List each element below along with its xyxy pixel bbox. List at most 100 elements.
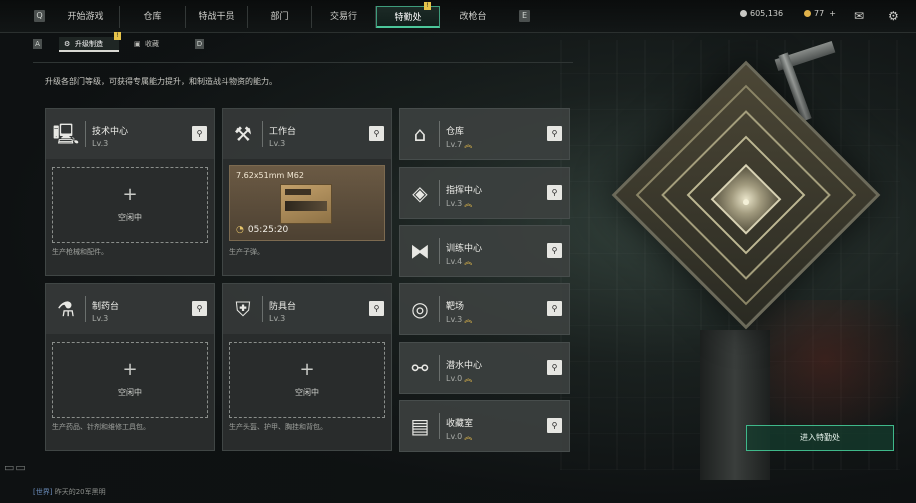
armor-icon: ⛨ — [235, 297, 251, 321]
tab-gunsmith[interactable]: 改枪台 — [440, 6, 506, 28]
tab-special-ops[interactable]: 特勤处 ! — [376, 2, 440, 28]
workstation-name: 制药台 — [92, 302, 120, 312]
workstation-pharmacy[interactable]: ⚗ 制药台 Lv.3 ⚲ + 空闲中 生产药品、针剂和维修工具包。 — [45, 283, 215, 451]
target-icon: ◎ — [411, 297, 429, 321]
nav-prev-key[interactable]: Q — [34, 10, 45, 22]
diving-icon: ⚯ — [411, 356, 429, 380]
facility-shooting-range[interactable]: ◎ 靶场 Lv.3 ︽ ⚲ — [399, 283, 570, 335]
workstation-armor[interactable]: ⛨ 防具台 Lv.3 ⚲ + 空闲中 生产头盔、护甲、胸挂和背包。 — [222, 283, 392, 451]
notification-badge: ! — [424, 2, 431, 10]
search-icon[interactable]: ⚲ — [547, 126, 562, 141]
collection-icon: ▣ — [134, 40, 141, 48]
facility-training-center[interactable]: ⧓ 训练中心 Lv.4 ︽ ⚲ — [399, 225, 570, 277]
facility-command-center[interactable]: ◈ 指挥中心 Lv.3 ︽ ⚲ — [399, 167, 570, 219]
upgrade-icon: ︽ — [464, 315, 473, 324]
workstation-name: 防具台 — [269, 302, 297, 312]
facility-level-value: Lv.7 — [446, 140, 463, 149]
facility-level-value: Lv.0 — [446, 432, 463, 441]
premium-coin-icon — [804, 10, 811, 17]
subtab-upgrade-craft-label: 升级制造 — [75, 40, 103, 48]
tab-warehouse[interactable]: 仓库 — [120, 6, 186, 28]
search-icon[interactable]: ⚲ — [547, 243, 562, 258]
facility-name: 收藏室 — [446, 419, 474, 429]
chat-toggle-icon[interactable]: ▭ — [4, 461, 15, 474]
facility-collection-room[interactable]: ▤ 收藏室 Lv.0 ︽ ⚲ — [399, 400, 570, 452]
currency-havoc: 605,136 — [740, 9, 783, 18]
bottom-left-icons: ▭▭ — [4, 461, 27, 474]
slot-status: 空闲中 — [295, 388, 319, 397]
workstation-level: Lv.3 — [269, 139, 286, 148]
currency-premium: 77 + — [804, 9, 836, 18]
subtab-next-key[interactable]: D — [195, 39, 204, 49]
upgrade-icon: ︽ — [464, 199, 473, 208]
vault-icon: ⌂ — [413, 122, 427, 146]
facility-warehouse[interactable]: ⌂ 仓库 Lv.7 ︽ ⚲ — [399, 108, 570, 160]
upgrade-icon: ︽ — [464, 432, 473, 441]
page-description: 升级各部门等级，可获得专属能力提升，和制造战斗物资的能力。 — [45, 77, 277, 86]
facility-level-value: Lv.4 — [446, 257, 463, 266]
facility-level: Lv.3 ︽ — [446, 314, 472, 325]
workstation-workbench[interactable]: ⚒ 工作台 Lv.3 ⚲ 7.62x51mm M62 ◔ 05:25:20 生产子… — [222, 108, 392, 276]
currency-havoc-value: 605,136 — [750, 9, 784, 18]
subtab-prev-key[interactable]: A — [33, 39, 42, 49]
coin-icon — [740, 10, 747, 17]
search-icon[interactable]: ⚲ — [192, 301, 207, 316]
production-timer: ◔ 05:25:20 — [236, 225, 288, 235]
facility-name: 仓库 — [446, 127, 465, 137]
facility-level: Lv.3 ︽ — [446, 198, 472, 209]
workstation-description: 生产子弹。 — [229, 248, 264, 256]
workstation-description: 生产头盔、护甲、胸挂和背包。 — [229, 423, 327, 431]
tab-trading[interactable]: 交易行 — [312, 6, 376, 28]
production-slot[interactable]: + 空闲中 — [52, 167, 208, 243]
production-timer-value: 05:25:20 — [247, 225, 289, 235]
facility-name: 潜水中心 — [446, 361, 483, 371]
facility-level-value: Lv.3 — [446, 199, 463, 208]
facility-level-value: Lv.3 — [446, 315, 463, 324]
tab-special-ops-label: 特勤处 — [394, 13, 422, 23]
enter-special-ops-button[interactable]: 进入特勤处 — [746, 425, 894, 451]
facility-name: 靶场 — [446, 302, 465, 312]
facility-level: Lv.0 ︽ — [446, 431, 472, 442]
chat-line[interactable]: [世界] 昨天的20军黑明 — [33, 487, 106, 497]
main-tabs: 开始游戏 仓库 特战干员 部门 交易行 特勤处 ! 改枪台 — [52, 2, 506, 28]
mail-icon[interactable]: ✉ — [854, 9, 864, 23]
dumbbell-icon: ⧓ — [410, 239, 430, 263]
settings-icon[interactable]: ⚙ — [888, 9, 899, 23]
facility-level: Lv.7 ︽ — [446, 139, 472, 150]
search-icon[interactable]: ⚲ — [369, 301, 384, 316]
ammo-box-image — [280, 184, 332, 224]
tab-operators[interactable]: 特战干员 — [186, 6, 248, 28]
facility-level: Lv.4 ︽ — [446, 256, 472, 267]
social-icon[interactable]: ▭ — [15, 461, 26, 474]
tab-start-game[interactable]: 开始游戏 — [52, 6, 120, 28]
workstation-level: Lv.3 — [269, 314, 286, 323]
plus-icon: + — [122, 184, 138, 205]
tools-icon: ⚒ — [234, 122, 252, 146]
search-icon[interactable]: ⚲ — [369, 126, 384, 141]
gear-icon: ⚙ — [64, 40, 71, 48]
workstation-tech-center[interactable]: 🖳 技术中心 Lv.3 ⚲ + 空闲中 生产枪械和配件。 — [45, 108, 215, 276]
display-case-icon: ▤ — [410, 414, 430, 438]
subtab-collection[interactable]: ▣ 收藏 — [129, 37, 179, 52]
tab-departments[interactable]: 部门 — [248, 6, 312, 28]
production-slot[interactable]: + 空闲中 — [52, 342, 208, 418]
subtab-collection-label: 收藏 — [145, 40, 159, 48]
workstation-description: 生产枪械和配件。 — [52, 248, 108, 256]
facility-name: 训练中心 — [446, 244, 483, 254]
upgrade-icon: ︽ — [464, 257, 473, 266]
upgrade-icon: ︽ — [464, 140, 473, 149]
search-icon[interactable]: ⚲ — [192, 126, 207, 141]
search-icon[interactable]: ⚲ — [547, 418, 562, 433]
production-item-name: 7.62x51mm M62 — [236, 171, 304, 180]
facility-diving-center[interactable]: ⚯ 潜水中心 Lv.0 ︽ ⚲ — [399, 342, 570, 394]
workstation-name: 技术中心 — [92, 127, 129, 137]
production-slot[interactable]: 7.62x51mm M62 ◔ 05:25:20 — [229, 165, 385, 241]
nav-next-key[interactable]: E — [519, 10, 530, 22]
search-icon[interactable]: ⚲ — [547, 360, 562, 375]
computer-icon: 🖳 — [52, 122, 80, 146]
search-icon[interactable]: ⚲ — [547, 185, 562, 200]
production-slot[interactable]: + 空闲中 — [229, 342, 385, 418]
subtab-upgrade-craft[interactable]: ⚙ 升级制造 ! — [59, 32, 121, 52]
search-icon[interactable]: ⚲ — [547, 301, 562, 316]
add-currency-button[interactable]: + — [829, 9, 836, 18]
